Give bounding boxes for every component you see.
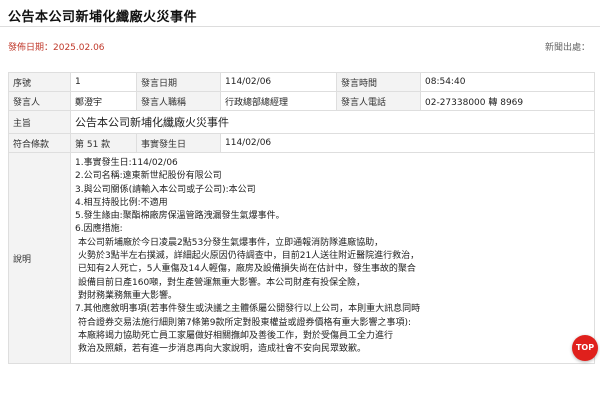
speak-time-value: 08:54:40 [420,72,595,92]
speak-date-label: 發言日期 [136,72,221,92]
speak-time-label: 發言時間 [336,72,421,92]
speaker-title-value: 行政總部總經理 [220,91,337,111]
subject-value: 公告本公司新埔化纖廠火災事件 [70,110,595,134]
seq-value: 1 [70,72,137,92]
speak-date-value: 114/02/06 [220,72,337,92]
table-row: 說明 1.事實發生日:114/02/06 2.公司名稱:遠東新世紀股份有限公司 3.… [8,152,595,364]
description-line: 6.因應措施: [75,224,123,235]
table-row: 符合條款 第 51 款 事實發生日 114/02/06 [8,133,595,153]
description-label: 說明 [8,152,71,364]
clause-label: 符合條款 [8,133,71,153]
speaker-phone-label: 發言人電話 [336,91,421,111]
event-date-label: 事實發生日 [136,133,221,153]
description-line: 1.事實發生日:114/02/06 [75,158,178,168]
description-line: 火勢於3點半左右撲滅，詳細起火原因仍待調查中，目前21人送往附近醫院進行救治， [78,251,420,262]
subject-label: 主旨 [8,110,71,134]
speaker-title-label: 發言人職稱 [136,91,221,111]
description-line: 5.發生緣由:聚酯棉廠房保溫管路洩漏發生氣爆事件。 [75,211,285,222]
announcement-table: 序號 1 發言日期 114/02/06 發言時間 08:54:40 發言人 鄭澄… [8,72,595,364]
clause-value: 第 51 款 [70,133,137,153]
news-source: 新聞出處： [544,43,590,53]
description-body: 1.事實發生日:114/02/06 2.公司名稱:遠東新世紀股份有限公司 3.與公司… [70,152,595,364]
description-line: 7.其他應敘明事項(若事件發生或決議之主體係屬公開發行以上公司，本則重大訊息同時 [75,304,421,315]
description-line: 符合證券交易法施行細則第7條第9款所定對股東權益或證券價格有重大影響之事項): [78,317,411,328]
description-line: 救治及照顧，若有進一步消息再向大家說明，造成社會不安向民眾致歉。 [78,344,367,355]
description-line: 已知有2人死亡，5人重傷及14人輕傷，廠房及設備損失尚在估計中，發生事故的聚合 [78,264,416,275]
table-row: 序號 1 發言日期 114/02/06 發言時間 08:54:40 [8,72,595,92]
description-line: 設備目前日產160噸，對生產營運無重大影響。本公司財產有投保全險， [78,277,366,288]
table-row: 主旨 公告本公司新埔化纖廠火災事件 [8,110,595,134]
speaker-phone-value: 02-27338000 轉 8969 [420,91,595,111]
description-line: 本廠將竭力協助死亡員工家屬做好相關撫卹及善後工作，對於受傷員工全力進行 [78,330,394,341]
title-divider [0,26,600,27]
back-to-top-button[interactable]: TOP [572,335,598,361]
description-line: 本公司新埔廠於今日凌晨2點53分發生氣爆事件，立即通報消防隊進廠協助， [78,237,384,248]
speaker-label: 發言人 [8,91,71,111]
description-line: 對財務業務無重大影響。 [78,290,178,301]
meta-row: 發佈日期：2025.02.06 新聞出處： [8,40,590,54]
speaker-value: 鄭澄宇 [70,91,137,111]
table-row: 發言人 鄭澄宇 發言人職稱 行政總部總經理 發言人電話 02-27338000 … [8,91,595,111]
page-title: 公告本公司新埔化纖廠火災事件 [8,10,198,25]
seq-label: 序號 [8,72,71,92]
description-line: 2.公司名稱:遠東新世紀股份有限公司 [75,171,222,182]
description-line: 3.與公司關係(請輸入本公司或子公司):本公司 [75,184,256,195]
description-line: 4.相互持股比例:不適用 [75,197,168,208]
event-date-value: 114/02/06 [220,133,595,153]
publish-date: 發佈日期：2025.02.06 [8,43,105,53]
